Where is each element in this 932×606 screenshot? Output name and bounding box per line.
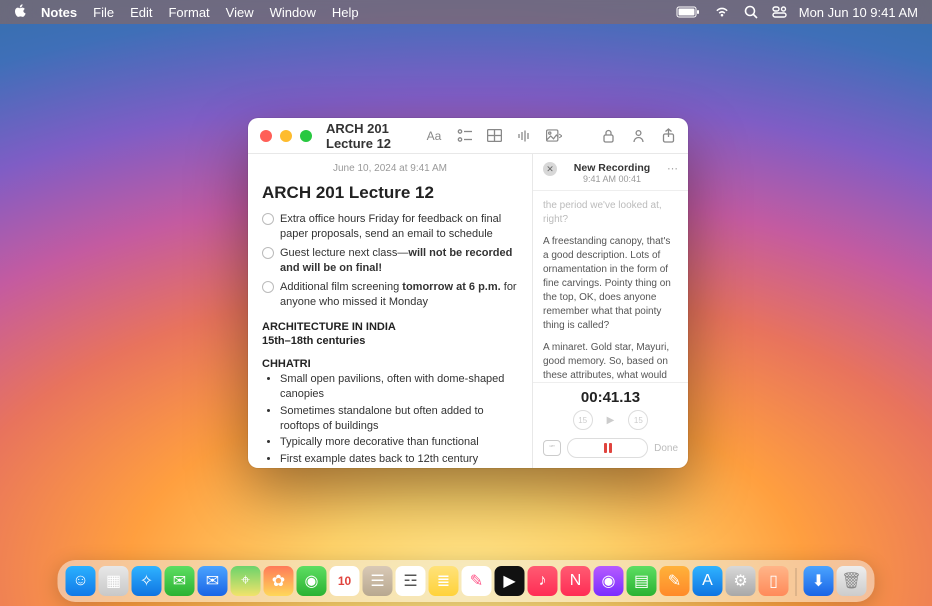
checklist: Extra office hours Friday for feedback o… [262,212,518,309]
table-icon[interactable] [486,128,502,144]
recording-title: New Recording [563,162,661,174]
bullet-item: First example dates back to 12th century [280,452,518,467]
dock-facetime[interactable]: ◉ [297,566,327,596]
forward-15-button[interactable]: 15 [628,410,648,430]
done-button[interactable]: Done [654,443,678,454]
window-title: ARCH 201 Lecture 12 [326,121,418,151]
pause-recording-button[interactable] [567,438,648,458]
toolbar: Aa [426,128,676,144]
dock-reminders[interactable]: ☲ [396,566,426,596]
dock-finder[interactable]: ☺ [66,566,96,596]
media-icon[interactable] [546,128,562,144]
collaborate-icon[interactable] [630,128,646,144]
transcript[interactable]: the period we've looked at, right? A fre… [533,191,688,382]
menu-view[interactable]: View [226,5,254,20]
checklist-item[interactable]: Extra office hours Friday for feedback o… [262,212,518,242]
record-audio-icon[interactable] [516,128,532,144]
bullet-item: Small open pavilions, often with dome-sh… [280,372,518,402]
dock-launchpad[interactable]: ▦ [99,566,129,596]
menu-help[interactable]: Help [332,5,359,20]
recording-timer: 00:41.13 [543,389,678,406]
menu-bar: Notes File Edit Format View Window Help … [0,0,932,24]
dock-contacts[interactable]: ☰ [363,566,393,596]
playback-controls: 15 ▶ 15 [543,410,678,430]
checklist-item[interactable]: Guest lecture next class—will not be rec… [262,246,518,276]
side-panel-header: ✕ New Recording 9:41 AM 00:41 ⋯ [533,154,688,191]
app-menu[interactable]: Notes [41,5,77,20]
checklist-item[interactable]: Additional film screening tomorrow at 6 … [262,280,518,310]
wifi-icon[interactable] [714,6,730,18]
share-icon[interactable] [660,128,676,144]
window-content: June 10, 2024 at 9:41 AM ARCH 201 Lectur… [248,154,688,468]
notes-window: ARCH 201 Lecture 12 Aa June 10, 2024 at … [248,118,688,468]
side-panel-close-button[interactable]: ✕ [543,162,557,176]
window-maximize-button[interactable] [300,130,312,142]
dock-mail[interactable]: ✉ [198,566,228,596]
checkbox-icon[interactable] [262,213,274,225]
note-date: June 10, 2024 at 9:41 AM [262,162,518,176]
recording-side-panel: ✕ New Recording 9:41 AM 00:41 ⋯ the peri… [532,154,688,468]
traffic-lights [260,130,312,142]
note-title: ARCH 201 Lecture 12 [262,182,518,205]
dock-calendar[interactable]: 10 [330,566,360,596]
checklist-icon[interactable] [456,128,472,144]
spotlight-icon[interactable] [744,5,758,19]
dock-maps[interactable]: ⌖ [231,566,261,596]
dock-appstore[interactable]: A [693,566,723,596]
recording-subtitle: 9:41 AM 00:41 [563,174,661,184]
dock-freeform[interactable]: ✎ [462,566,492,596]
dock-settings[interactable]: ⚙ [726,566,756,596]
dock-photos[interactable]: ✿ [264,566,294,596]
dock-numbers[interactable]: ▤ [627,566,657,596]
play-button[interactable]: ▶ [607,415,615,426]
dock: ☺▦✧✉✉⌖✿◉10☰☲≣✎▶♪N◉▤✎A⚙▯⬇🗑 [58,560,875,602]
dock-pages[interactable]: ✎ [660,566,690,596]
menu-window[interactable]: Window [270,5,316,20]
dock-podcasts[interactable]: ◉ [594,566,624,596]
dock-tv[interactable]: ▶ [495,566,525,596]
dock-music[interactable]: ♪ [528,566,558,596]
more-icon[interactable]: ⋯ [667,162,678,175]
format-text-icon[interactable]: Aa [426,128,442,144]
menu-edit[interactable]: Edit [130,5,152,20]
lock-icon[interactable] [600,128,616,144]
dock-downloads[interactable]: ⬇ [804,566,834,596]
bullet-item: Typically more decorative than functiona… [280,435,518,450]
sub-heading: CHHATRI [262,357,518,372]
titlebar: ARCH 201 Lecture 12 Aa [248,118,688,154]
dock-messages[interactable]: ✉ [165,566,195,596]
checkbox-icon[interactable] [262,281,274,293]
apple-menu[interactable] [14,4,27,21]
menu-format[interactable]: Format [168,5,209,20]
transcript-faded-line: the period we've looked at, right? [543,199,678,227]
section-subheading: 15th–18th centuries [262,334,518,349]
window-close-button[interactable] [260,130,272,142]
transcript-paragraph: A freestanding canopy, that's a good des… [543,235,678,333]
dock-iphone[interactable]: ▯ [759,566,789,596]
dock-news[interactable]: N [561,566,591,596]
section-heading: ARCHITECTURE IN INDIA [262,320,518,335]
dock-notes[interactable]: ≣ [429,566,459,596]
menu-file[interactable]: File [93,5,114,20]
side-panel-footer: 00:41.13 15 ▶ 15 “” Done [533,382,688,468]
bullet-item: Sometimes standalone but often added to … [280,404,518,434]
menubar-datetime[interactable]: Mon Jun 10 9:41 AM [799,5,918,20]
control-center-icon[interactable] [772,6,787,18]
checklist-text: Extra office hours Friday for feedback o… [280,212,518,242]
checklist-text: Additional film screening tomorrow at 6 … [280,280,518,310]
battery-icon[interactable] [676,6,700,18]
note-body[interactable]: June 10, 2024 at 9:41 AM ARCH 201 Lectur… [248,154,532,468]
transcript-paragraph: A minaret. Gold star, Mayuri, good memor… [543,341,678,382]
dock-separator [796,568,797,596]
dock-safari[interactable]: ✧ [132,566,162,596]
transcript-toggle-icon[interactable]: “” [543,440,561,456]
bullet-list: Small open pavilions, often with dome-sh… [262,372,518,468]
window-minimize-button[interactable] [280,130,292,142]
checkbox-icon[interactable] [262,247,274,259]
back-15-button[interactable]: 15 [573,410,593,430]
dock-trash[interactable]: 🗑 [837,566,867,596]
checklist-text: Guest lecture next class—will not be rec… [280,246,518,276]
